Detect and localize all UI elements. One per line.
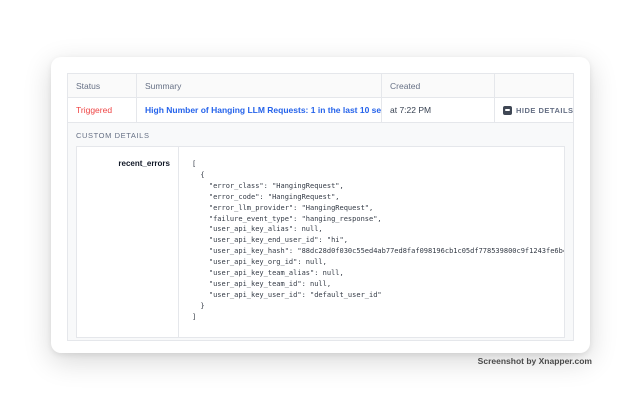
column-header-summary: Summary (136, 74, 381, 97)
xnapper-watermark: Screenshot by Xnapper.com (478, 356, 592, 366)
actions-cell: HIDE DETAILS (494, 98, 573, 122)
created-cell: at 7:22 PM (381, 98, 494, 122)
table-row: Triggered High Number of Hanging LLM Req… (68, 98, 573, 123)
column-header-created: Created (381, 74, 494, 97)
hide-details-label: HIDE DETAILS (516, 106, 573, 115)
status-badge: Triggered (76, 105, 112, 115)
custom-details-heading: CUSTOM DETAILS (76, 131, 565, 140)
details-value-column: [ { "error_class": "HangingRequest", "er… (179, 147, 564, 337)
alerts-table: Status Summary Created Triggered High Nu… (67, 73, 574, 341)
summary-cell: High Number of Hanging LLM Requests: 1 i… (136, 98, 381, 122)
column-header-actions (494, 74, 573, 97)
table-header-row: Status Summary Created (68, 74, 573, 98)
details-key-value-box: recent_errors [ { "error_class": "Hangin… (76, 146, 565, 338)
hide-details-button[interactable]: HIDE DETAILS (503, 106, 573, 115)
status-cell: Triggered (68, 98, 136, 122)
created-timestamp: at 7:22 PM (390, 105, 431, 115)
details-key-column: recent_errors (77, 147, 179, 337)
details-key-label: recent_errors (118, 159, 170, 168)
column-header-status: Status (68, 74, 136, 97)
custom-details-panel: CUSTOM DETAILS recent_errors [ { "error_… (68, 123, 573, 340)
alert-details-card: Status Summary Created Triggered High Nu… (51, 57, 590, 353)
recent-errors-json: [ { "error_class": "HangingRequest", "er… (179, 147, 564, 337)
alert-summary-link[interactable]: High Number of Hanging LLM Requests: 1 i… (145, 105, 381, 115)
minus-square-icon (503, 106, 512, 115)
